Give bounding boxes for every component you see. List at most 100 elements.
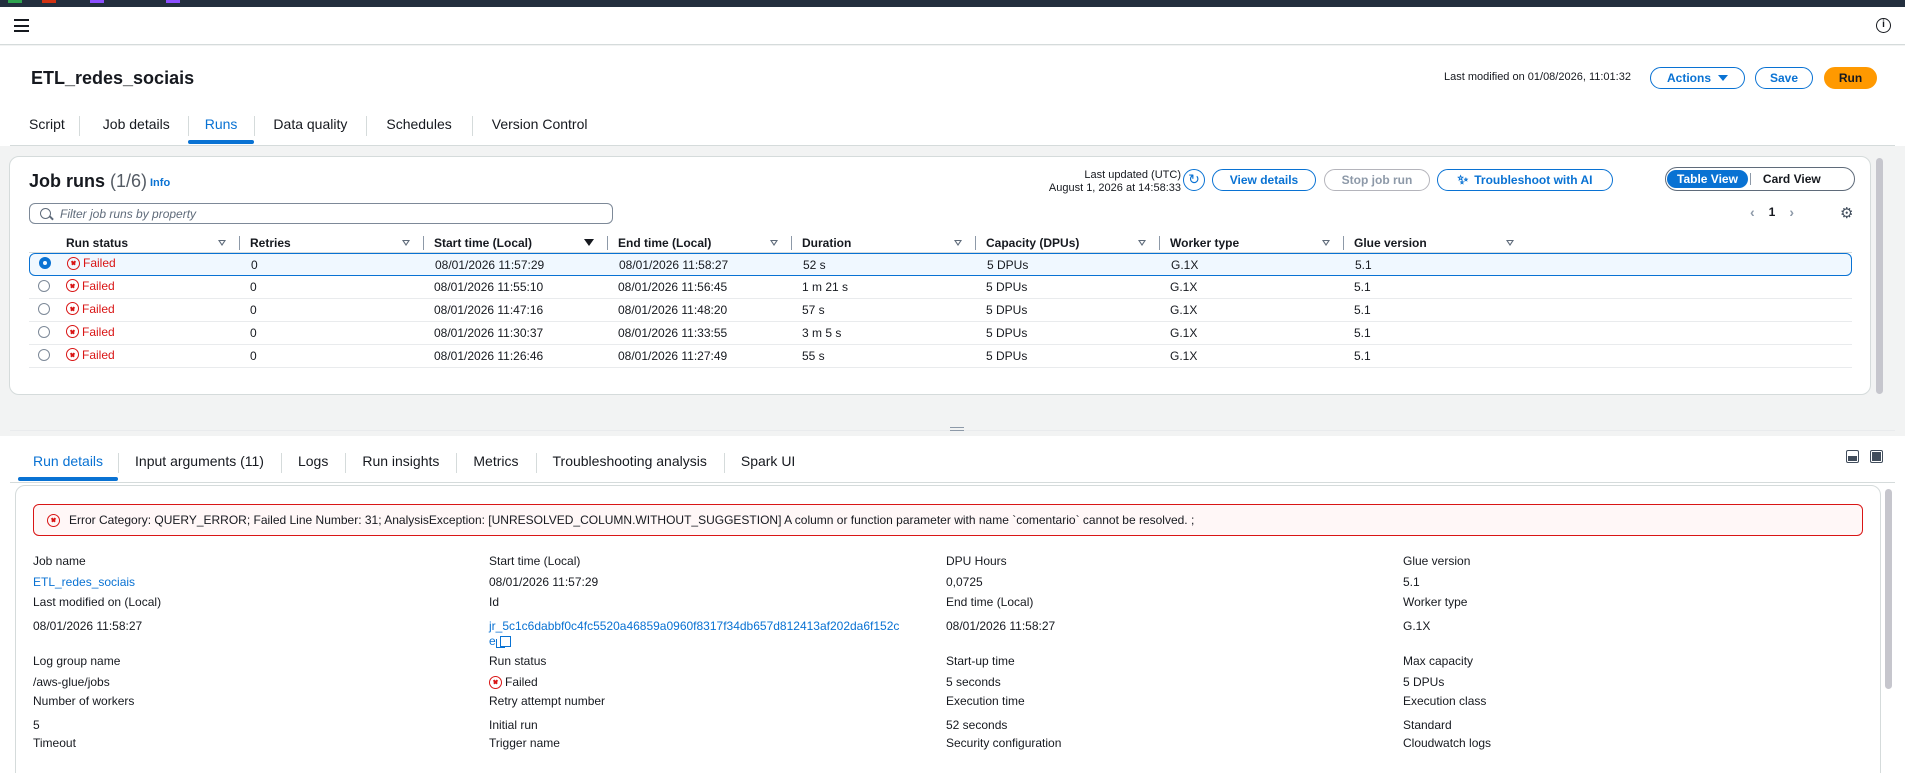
tab-metrics[interactable]: Metrics bbox=[456, 453, 535, 473]
table-header: Run status Retries Start time (Local) En… bbox=[29, 233, 1852, 253]
chevron-right-icon[interactable]: › bbox=[1789, 204, 1794, 220]
table-row[interactable]: Failed 0 08/01/2026 11:30:37 08/01/2026 … bbox=[29, 322, 1852, 345]
last-updated-value: August 1, 2026 at 14:58:33 bbox=[1048, 182, 1181, 194]
sort-desc-icon[interactable] bbox=[584, 238, 594, 246]
gear-icon[interactable]: ⚙ bbox=[1840, 204, 1853, 222]
tab-job-details[interactable]: Job details bbox=[78, 116, 188, 136]
stop-job-run-button[interactable]: Stop job run bbox=[1324, 169, 1430, 191]
run-id-link-tail[interactable]: e bbox=[489, 634, 496, 648]
header-duration[interactable]: Duration bbox=[792, 233, 976, 253]
table-row[interactable]: Failed 0 08/01/2026 11:55:10 08/01/2026 … bbox=[29, 276, 1852, 299]
status-text: Failed bbox=[82, 347, 115, 362]
tab-spark-ui[interactable]: Spark UI bbox=[723, 453, 812, 473]
toggle-separator bbox=[1749, 173, 1751, 185]
status-text: Failed bbox=[82, 324, 115, 339]
copy-icon[interactable] bbox=[495, 636, 511, 648]
job-runs-table: Run status Retries Start time (Local) En… bbox=[29, 233, 1852, 368]
cell-worker: G.1X bbox=[1170, 349, 1198, 363]
tab-schedules[interactable]: Schedules bbox=[366, 116, 471, 136]
refresh-icon[interactable]: ↻ bbox=[1183, 169, 1205, 191]
header-capacity[interactable]: Capacity (DPUs) bbox=[976, 233, 1160, 253]
filter-search bbox=[29, 203, 613, 224]
info-icon[interactable]: i bbox=[1876, 18, 1891, 33]
cell-duration: 1 m 21 s bbox=[802, 280, 849, 294]
menu-icon[interactable] bbox=[14, 19, 29, 32]
split-side-icon[interactable] bbox=[1870, 450, 1883, 463]
view-details-button[interactable]: View details bbox=[1212, 169, 1316, 191]
field-last-modified: Last modified on (Local) 08/01/2026 11:58… bbox=[33, 595, 161, 633]
table-row[interactable]: Failed 0 08/01/2026 11:26:46 08/01/2026 … bbox=[29, 345, 1852, 368]
cell-worker: G.1X bbox=[1170, 303, 1198, 317]
top-navigation-bar: i bbox=[0, 7, 1905, 45]
row-radio[interactable] bbox=[38, 279, 50, 292]
sort-icon[interactable] bbox=[402, 239, 410, 246]
sort-icon[interactable] bbox=[1322, 239, 1330, 246]
cell-worker: G.1X bbox=[1171, 257, 1199, 272]
field-label: Job name bbox=[33, 554, 86, 568]
field-trigger-name: Trigger name bbox=[489, 736, 560, 750]
cell-retries: 0 bbox=[250, 303, 257, 317]
header-retries[interactable]: Retries bbox=[240, 233, 424, 253]
error-icon bbox=[66, 279, 79, 293]
sort-icon[interactable] bbox=[218, 239, 226, 246]
cell-start: 08/01/2026 11:57:29 bbox=[435, 257, 545, 272]
header-end-time[interactable]: End time (Local) bbox=[608, 233, 792, 253]
error-banner: Error Category: QUERY_ERROR; Failed Line… bbox=[33, 504, 1863, 536]
info-link[interactable]: Info bbox=[150, 177, 170, 189]
sort-icon[interactable] bbox=[1506, 239, 1514, 246]
row-radio[interactable] bbox=[38, 325, 50, 338]
filter-input[interactable] bbox=[60, 206, 600, 221]
sparkle-icon: ✨︎ bbox=[1457, 172, 1469, 187]
field-max-capacity: Max capacity 5 DPUs bbox=[1403, 654, 1473, 689]
row-radio[interactable] bbox=[38, 302, 50, 315]
field-end-time: End time (Local) 08/01/2026 11:58:27 bbox=[946, 595, 1055, 633]
tab-version-control[interactable]: Version Control bbox=[471, 116, 608, 136]
tab-run-details[interactable]: Run details bbox=[18, 453, 119, 481]
chevron-left-icon[interactable]: ‹ bbox=[1750, 204, 1755, 220]
run-button[interactable]: Run bbox=[1824, 67, 1877, 89]
sort-icon[interactable] bbox=[1138, 239, 1146, 246]
header-run-status[interactable]: Run status bbox=[56, 233, 240, 253]
view-toggle: Table View Card View bbox=[1665, 167, 1855, 191]
tab-input-arguments[interactable]: Input arguments (11) bbox=[118, 453, 281, 473]
sort-icon[interactable] bbox=[770, 239, 778, 246]
tab-data-quality[interactable]: Data quality bbox=[254, 116, 366, 136]
row-radio[interactable] bbox=[38, 348, 50, 361]
tab-runs[interactable]: Runs bbox=[187, 116, 255, 144]
header-worker-type[interactable]: Worker type bbox=[1160, 233, 1344, 253]
field-execution-time: Execution time 52 seconds bbox=[946, 694, 1025, 732]
split-bottom-icon[interactable] bbox=[1846, 450, 1859, 463]
field-timeout: Timeout bbox=[33, 736, 76, 750]
tab-run-insights[interactable]: Run insights bbox=[345, 453, 456, 473]
job-name-link[interactable]: ETL_redes_sociais bbox=[33, 575, 135, 589]
row-radio[interactable] bbox=[39, 257, 51, 269]
tab-logs[interactable]: Logs bbox=[280, 453, 345, 473]
field-glue-version: Glue version 5.1 bbox=[1403, 554, 1470, 589]
table-row[interactable]: Failed 0 08/01/2026 11:57:29 08/01/2026 … bbox=[29, 253, 1852, 276]
field-label: Worker type bbox=[1403, 595, 1468, 609]
details-scrollbar[interactable] bbox=[1885, 489, 1892, 689]
resize-handle-icon[interactable] bbox=[950, 427, 964, 431]
cell-duration: 57 s bbox=[802, 303, 825, 317]
header-start-time[interactable]: Start time (Local) bbox=[424, 233, 608, 253]
card-view-toggle[interactable]: Card View bbox=[1753, 170, 1831, 188]
runs-scrollbar[interactable] bbox=[1876, 158, 1883, 394]
field-value: 5 DPUs bbox=[1403, 675, 1445, 689]
actions-button[interactable]: Actions bbox=[1650, 67, 1745, 89]
troubleshoot-ai-button[interactable]: ✨︎ Troubleshoot with AI bbox=[1437, 169, 1613, 191]
field-dpu-hours: DPU Hours 0,0725 bbox=[946, 554, 1007, 589]
sort-icon[interactable] bbox=[954, 239, 962, 246]
page-number[interactable]: 1 bbox=[1769, 205, 1776, 219]
header-glue-version[interactable]: Glue version bbox=[1344, 233, 1528, 253]
cell-capacity: 5 DPUs bbox=[986, 280, 1028, 294]
detail-tabs: Run details Input arguments (11) Logs Ru… bbox=[18, 453, 812, 481]
field-value: Standard bbox=[1403, 718, 1452, 732]
table-row[interactable]: Failed 0 08/01/2026 11:47:16 08/01/2026 … bbox=[29, 299, 1852, 322]
run-id-link[interactable]: jr_5c1c6dabbf0c4fc5520a46859a0960f8317f3… bbox=[489, 619, 949, 633]
job-runs-panel: Job runs (1/6) Info Last updated (UTC) A… bbox=[9, 156, 1871, 395]
run-details-area: Run details Input arguments (11) Logs Ru… bbox=[0, 436, 1905, 773]
table-view-toggle[interactable]: Table View bbox=[1667, 170, 1748, 188]
tab-troubleshooting-analysis[interactable]: Troubleshooting analysis bbox=[535, 453, 724, 473]
tab-script[interactable]: Script bbox=[15, 116, 79, 136]
save-button[interactable]: Save bbox=[1755, 67, 1813, 89]
